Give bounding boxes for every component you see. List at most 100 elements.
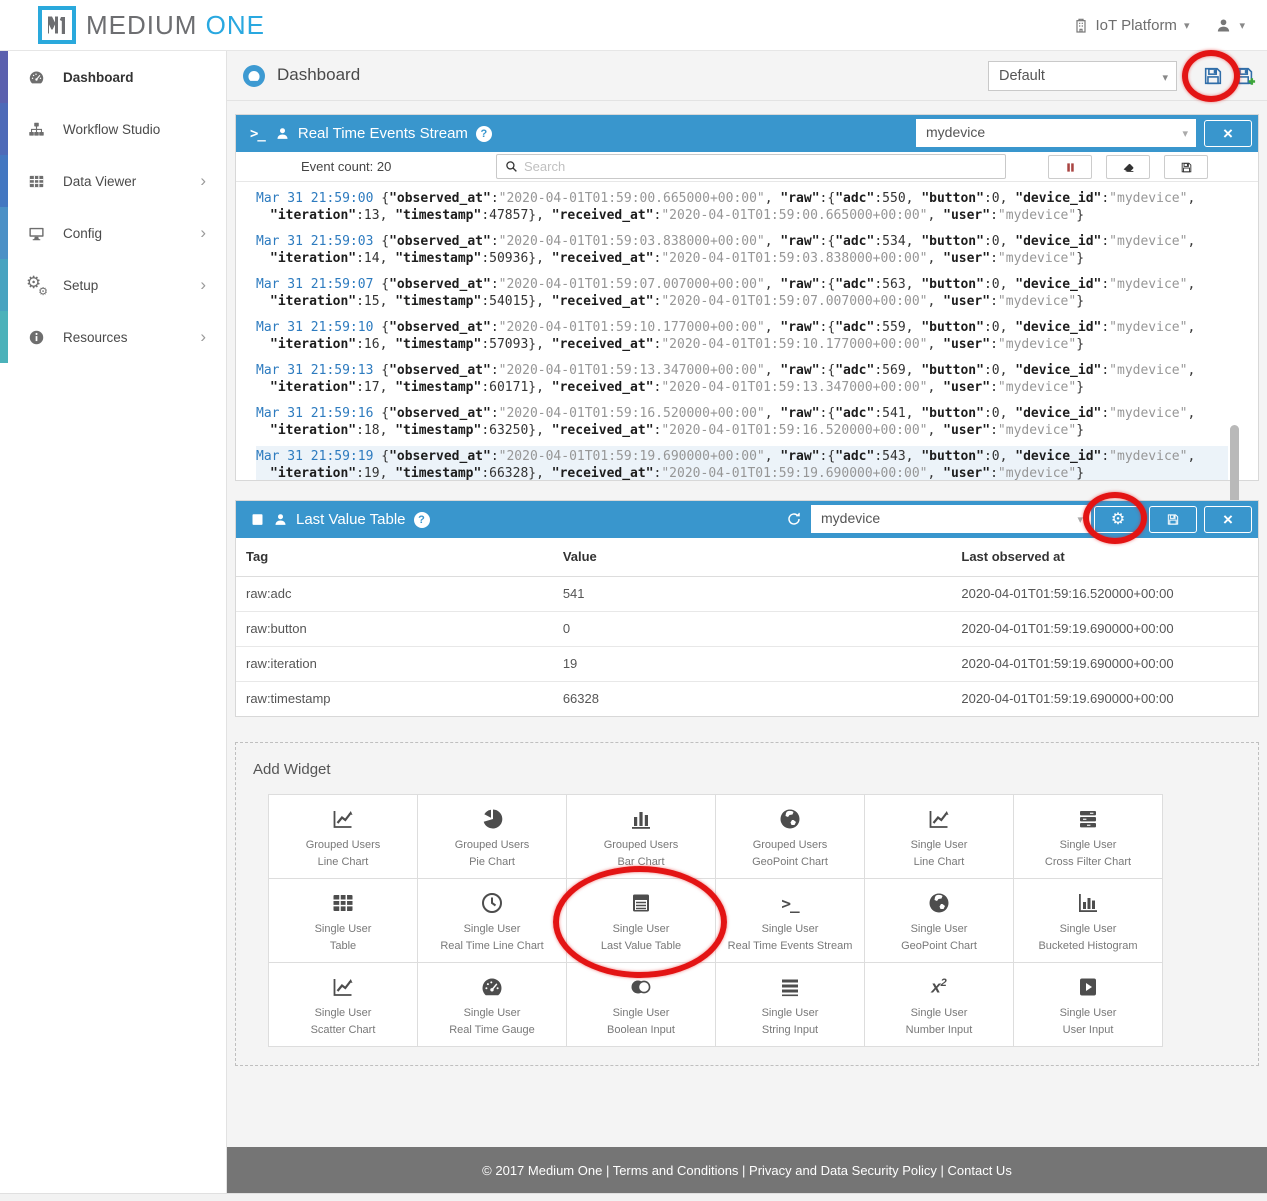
events-search-input[interactable] bbox=[524, 159, 1005, 174]
widget-label-line2: Bar Chart bbox=[617, 856, 664, 868]
save-new-dashboard-button[interactable] bbox=[1234, 65, 1256, 87]
widget-label-line1: Grouped Users bbox=[455, 839, 530, 851]
table-icon bbox=[331, 890, 355, 916]
cell-last-observed: 2020-04-01T01:59:19.690000+00:00 bbox=[951, 646, 1258, 681]
page-header: Dashboard ▾ bbox=[227, 51, 1267, 101]
save-dashboard-button[interactable] bbox=[1202, 65, 1224, 87]
cell-last-observed: 2020-04-01T01:59:19.690000+00:00 bbox=[951, 681, 1258, 716]
events-stream-widget: >_ Real Time Events Stream ? ▾ × Event c… bbox=[235, 114, 1259, 481]
clear-stream-button[interactable] bbox=[1106, 155, 1150, 179]
events-device-input[interactable] bbox=[916, 119, 1161, 145]
chevron-right-icon: › bbox=[200, 171, 206, 191]
add-widget-grouped-users-pie-chart[interactable]: Grouped Users Pie Chart bbox=[418, 795, 567, 879]
sidebar-item-config[interactable]: Config› bbox=[0, 207, 226, 259]
lvt-settings-button[interactable]: ⚙ bbox=[1094, 506, 1142, 533]
widget-label-line2: Pie Chart bbox=[469, 856, 515, 868]
add-widget-single-user-table[interactable]: Single UserTable bbox=[269, 879, 418, 963]
lvt-close-button[interactable]: × bbox=[1204, 506, 1252, 533]
lvt-refresh-button[interactable] bbox=[786, 511, 802, 527]
user-menu[interactable]: ▾ bbox=[1215, 17, 1245, 34]
dashboard-selector[interactable]: ▾ bbox=[988, 61, 1177, 91]
add-widget-single-user-line-chart[interactable]: Single User Line Chart bbox=[865, 795, 1014, 879]
pause-stream-button[interactable] bbox=[1048, 155, 1092, 179]
add-widget-single-user-real-time-events-stream[interactable]: >_Single UserReal Time Events Stream bbox=[716, 879, 865, 963]
pause-icon bbox=[1065, 161, 1076, 174]
footer-link-contact-us[interactable]: Contact Us bbox=[948, 1163, 1012, 1178]
caret-down-icon: ▾ bbox=[1162, 71, 1168, 84]
sidebar-item-data-viewer[interactable]: Data Viewer› bbox=[0, 155, 226, 207]
footer: © 2017 Medium One | Terms and Conditions… bbox=[227, 1147, 1267, 1193]
footer-link-terms-and-conditions[interactable]: Terms and Conditions bbox=[613, 1163, 739, 1178]
cell-last-observed: 2020-04-01T01:59:16.520000+00:00 bbox=[951, 576, 1258, 611]
sidebar-accent-strip bbox=[0, 259, 8, 311]
add-widget-single-user-number-input[interactable]: x2Single UserNumber Input bbox=[865, 963, 1014, 1047]
close-icon: × bbox=[1223, 511, 1233, 528]
add-widget-single-user-last-value-table[interactable]: Single User Last Value Table bbox=[567, 879, 716, 963]
sidebar-item-workflow-studio[interactable]: Workflow Studio bbox=[0, 103, 226, 155]
globe-icon bbox=[927, 890, 951, 916]
terminal-icon: >_ bbox=[781, 890, 798, 916]
platform-menu[interactable]: IoT Platform ▾ bbox=[1073, 17, 1190, 34]
lvt-device-selector[interactable]: ▾ bbox=[811, 505, 1091, 533]
widget-label-line2: String Input bbox=[762, 1024, 818, 1036]
lvt-widget-header: Last Value Table ? ▾ ⚙ × bbox=[236, 501, 1258, 538]
gears-icon: ⚙⚙ bbox=[28, 277, 45, 294]
footer-link-privacy-and-data-security-policy[interactable]: Privacy and Data Security Policy bbox=[749, 1163, 937, 1178]
add-widget-single-user-string-input[interactable]: Single UserString Input bbox=[716, 963, 865, 1047]
sidebar-item-setup[interactable]: ⚙⚙Setup› bbox=[0, 259, 226, 311]
dashboard-selector-input[interactable] bbox=[989, 62, 1149, 90]
add-widget-single-user-user-input[interactable]: Single UserUser Input bbox=[1014, 963, 1163, 1047]
widget-label-line1: Single User bbox=[613, 923, 670, 935]
column-header-last-observed-at: Last observed at bbox=[951, 538, 1258, 576]
add-widget-single-user-boolean-input[interactable]: Single UserBoolean Input bbox=[567, 963, 716, 1047]
terminal-icon: >_ bbox=[236, 126, 265, 142]
cell-tag: raw:adc bbox=[236, 576, 553, 611]
save-icon bbox=[1166, 513, 1180, 527]
sidebar-nav: DashboardWorkflow StudioData Viewer›Conf… bbox=[0, 51, 227, 1193]
export-stream-button[interactable] bbox=[1164, 155, 1208, 179]
widget-label-line2: Cross Filter Chart bbox=[1045, 856, 1131, 868]
widget-label-line1: Single User bbox=[911, 1007, 968, 1019]
widget-label-line1: Single User bbox=[464, 1007, 521, 1019]
widget-label-line1: Single User bbox=[1060, 839, 1117, 851]
cell-value: 0 bbox=[553, 611, 952, 646]
add-widget-single-user-geopoint-chart[interactable]: Single UserGeoPoint Chart bbox=[865, 879, 1014, 963]
add-widget-grouped-users-line-chart[interactable]: Grouped UsersLine Chart bbox=[269, 795, 418, 879]
add-widget-single-user-real-time-line-chart[interactable]: Single UserReal Time Line Chart bbox=[418, 879, 567, 963]
line-chart-icon bbox=[331, 974, 355, 1000]
search-icon bbox=[505, 160, 518, 173]
horizontal-scrollbar[interactable] bbox=[0, 1193, 1267, 1201]
lvt-help-icon[interactable]: ? bbox=[414, 512, 430, 528]
widget-label-line1: Single User bbox=[315, 1007, 372, 1019]
cell-tag: raw:timestamp bbox=[236, 681, 553, 716]
desktop-icon bbox=[28, 225, 45, 242]
add-widget-grouped-users-bar-chart[interactable]: Grouped UsersBar Chart bbox=[567, 795, 716, 879]
lvt-device-input[interactable] bbox=[811, 505, 1056, 531]
events-help-icon[interactable]: ? bbox=[476, 126, 492, 142]
lvt-save-button[interactable] bbox=[1149, 506, 1197, 533]
cell-value: 541 bbox=[553, 576, 952, 611]
add-widget-single-user-real-time-gauge[interactable]: Single UserReal Time Gauge bbox=[418, 963, 567, 1047]
widget-label-line1: Single User bbox=[911, 839, 968, 851]
widget-label-line1: Single User bbox=[315, 923, 372, 935]
add-widget-single-user-bucketed-histogram[interactable]: Single UserBucketed Histogram bbox=[1014, 879, 1163, 963]
events-device-selector[interactable]: ▾ bbox=[916, 119, 1196, 147]
add-widget-grid: Grouped UsersLine ChartGrouped UsersPie … bbox=[268, 794, 1163, 1047]
sidebar-accent-strip bbox=[0, 207, 8, 259]
widget-label-line2: Last Value Table bbox=[601, 940, 681, 952]
gauge-icon bbox=[28, 69, 45, 86]
widget-label-line1: Single User bbox=[762, 923, 819, 935]
eraser-icon bbox=[1121, 161, 1135, 174]
sidebar-item-resources[interactable]: Resources› bbox=[0, 311, 226, 363]
widget-label-line1: Grouped Users bbox=[306, 839, 381, 851]
sidebar-item-dashboard[interactable]: Dashboard bbox=[0, 51, 226, 103]
events-close-button[interactable]: × bbox=[1204, 120, 1252, 147]
add-widget-single-user-cross-filter-chart[interactable]: Single User Cross Filter Chart bbox=[1014, 795, 1163, 879]
log-entry: Mar 31 21:59:07 {"observed_at":"2020-04-… bbox=[256, 274, 1228, 312]
widget-label-line2: Line Chart bbox=[914, 856, 965, 868]
widget-label-line2: GeoPoint Chart bbox=[901, 940, 977, 952]
brand-logo[interactable]: MEDIUM ONE bbox=[38, 6, 265, 44]
add-widget-grouped-users-geopoint-chart[interactable]: Grouped UsersGeoPoint Chart bbox=[716, 795, 865, 879]
add-widget-single-user-scatter-chart[interactable]: Single UserScatter Chart bbox=[269, 963, 418, 1047]
brand-name-secondary: ONE bbox=[206, 10, 265, 40]
